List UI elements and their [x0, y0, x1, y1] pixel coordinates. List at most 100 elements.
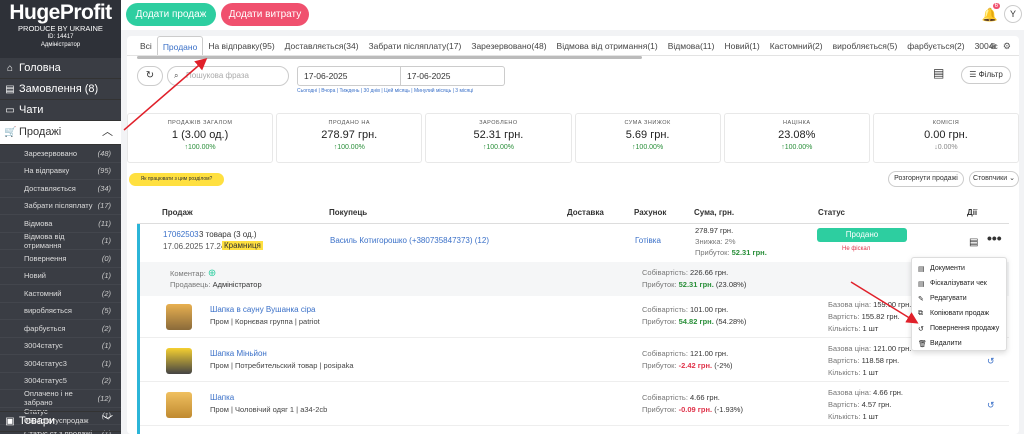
product-category: Пром | Корнєвая группа | patriot	[210, 317, 320, 326]
date-to-input[interactable]: 17-06-2025	[401, 66, 505, 86]
sidebar-subitem[interactable]: Забрати післяплату (17)	[0, 198, 121, 215]
search-input[interactable]: ⌕ Пошукова фраза	[167, 66, 289, 86]
product-name-link[interactable]: Шапка Міньйон	[210, 349, 267, 358]
menu-item-fiscalize[interactable]: ▤ Фіскалізувати чек	[912, 276, 1006, 291]
filter-button[interactable]: ☰ Фільтр	[961, 66, 1011, 84]
tab-9[interactable]: Кастомний(2)	[765, 36, 828, 55]
sidebar-subitem[interactable]: На відправку (95)	[0, 163, 121, 180]
product-category: Пром | Потребительский товар | posipaka	[210, 361, 354, 370]
tab-0[interactable]: Всі	[135, 36, 157, 55]
sidebar-item-orders[interactable]: ▤ Замовлення (8)	[0, 79, 121, 100]
sidebar-subitem[interactable]: Оплачено і не забрано (12)	[0, 389, 121, 408]
sidebar-item-home[interactable]: ⌂ Головна	[0, 58, 121, 79]
item-price: Вартість: 4.57 грн.	[828, 400, 892, 409]
delete-icon: 🗑	[918, 340, 927, 348]
sidebar-subitem[interactable]: 3004статус (1)	[0, 338, 121, 355]
item-price: Вартість: 118.58 грн.	[828, 356, 900, 365]
menu-item-delete[interactable]: 🗑 Видалити	[912, 336, 1006, 351]
tab-4[interactable]: Забрати післяплату(17)	[364, 36, 467, 55]
item-row: Шапка Пром | Чоловічий одяг 1 | a34-2cb …	[140, 384, 1009, 426]
product-name-link[interactable]: Шапка в сауну Вушанка сіра	[210, 305, 316, 314]
product-thumbnail[interactable]	[166, 348, 192, 374]
columns-button[interactable]: Стовпчики ⌄	[969, 171, 1019, 187]
sidebar-subitem[interactable]: 3004статус5 (2)	[0, 373, 121, 390]
user-avatar[interactable]: Y	[1004, 5, 1022, 23]
sidebar-subitem[interactable]: Зарезервовано (48)	[0, 145, 121, 163]
expand-sales-button[interactable]: Розгорнути продажі	[888, 171, 964, 187]
tab-7[interactable]: Відмова(11)	[663, 36, 720, 55]
add-sale-button[interactable]: Додати продаж	[126, 3, 216, 26]
tab-5[interactable]: Зарезервовано(48)	[466, 36, 551, 55]
refresh-button[interactable]: ↻	[137, 66, 163, 86]
tab-11[interactable]: фарбується(2)	[902, 36, 969, 55]
tab-10[interactable]: виробляється(5)	[828, 36, 903, 55]
more-actions-icon[interactable]: •••	[987, 230, 1002, 246]
tab-6[interactable]: Відмова від отримання(1)	[552, 36, 663, 55]
status-tabs: Всі Продано На відправку(95) Доставляється(…	[127, 36, 1019, 56]
bell-icon[interactable]: 🔔	[982, 7, 998, 23]
product-category: Пром | Чоловічий одяг 1 | a34-2cb	[210, 405, 328, 414]
tab-1[interactable]: Продано	[156, 36, 204, 55]
tab-3[interactable]: Доставляється(34)	[280, 36, 364, 55]
buyer-link[interactable]: Василь Котигорошко (+380735847373) (12)	[330, 236, 489, 245]
sidebar-item-sales[interactable]: 🛒 Продажі ︿	[0, 121, 121, 145]
order-details: Коментар: ⊕ Продавець: Адміністратор Соб…	[140, 262, 1009, 296]
tabs-scrollbar[interactable]	[137, 56, 642, 59]
stat-value: 23.08%	[778, 129, 816, 141]
sidebar-subitem[interactable]: Доставляється (34)	[0, 180, 121, 198]
logo[interactable]: HugeProfit PRODUCE BY UKRAINE ID: 14417 …	[0, 0, 121, 58]
menu-item-return[interactable]: ↺ Повернення продажу	[912, 321, 1006, 336]
stat-change: ↑100.00%	[333, 144, 365, 151]
payment-account-link[interactable]: Готівка	[635, 236, 661, 245]
order-row: 17062503 3 товара (3 од.) 17.06.2025 17.…	[137, 224, 1009, 434]
stat-change: ↓0.00%	[934, 144, 958, 151]
sidebar-subitem[interactable]: фарбується (2)	[0, 320, 121, 338]
comment-label: Коментар: ⊕	[170, 268, 217, 279]
box-icon: ▣	[5, 416, 15, 427]
account-role: Адміністратор	[40, 42, 81, 48]
tab-8[interactable]: Новий(1)	[719, 36, 764, 55]
export-document-icon[interactable]: ▤	[933, 66, 944, 80]
sidebar-item-goods[interactable]: ▣ Товари ﹀	[0, 411, 121, 432]
product-name-link[interactable]: Шапка	[210, 393, 234, 402]
return-item-icon[interactable]: ↺	[987, 356, 995, 367]
sidebar-subitem[interactable]: Новий (1)	[0, 268, 121, 285]
sidebar-subitem[interactable]: Повернення (0)	[0, 250, 121, 268]
menu-item-edit[interactable]: ✎ Редагувати	[912, 291, 1006, 306]
stat-value: 5.69 грн.	[625, 129, 670, 141]
sidebar-subitem[interactable]: Кастомний (2)	[0, 285, 121, 303]
order-profit: Прибуток: 52.31 грн.	[695, 248, 767, 257]
date-shortcuts[interactable]: Сьогодні | Вчора | Тиждень | 30 днів | Ц…	[297, 88, 473, 94]
product-thumbnail[interactable]	[166, 304, 192, 330]
sidebar-subitem[interactable]: 3004статус3 (1)	[0, 355, 121, 373]
stat-card: ПРОДАЖІВ ЗАГАЛОМ 1 (3.00 од.) ↑100.00%	[127, 113, 274, 163]
return-icon: ↺	[918, 325, 924, 333]
stat-label: СУМА ЗНИЖОК	[624, 120, 671, 126]
sidebar-subitem[interactable]: Відмова від отримання (1)	[0, 232, 121, 250]
stat-card: СУМА ЗНИЖОК 5.69 грн. ↑100.00%	[574, 113, 721, 163]
documents-icon: ▤	[918, 265, 925, 273]
document-icon[interactable]: ▤	[969, 237, 978, 248]
filter-icon: ☰	[969, 70, 979, 79]
menu-item-documents[interactable]: ▤ Документи	[912, 261, 1006, 276]
topbar: Додати продаж Додати витрату 🔔 6 Y	[121, 0, 1024, 30]
sidebar-subitem[interactable]: Відмова (11)	[0, 215, 121, 233]
product-thumbnail[interactable]	[166, 392, 192, 418]
tab-2[interactable]: На відправку(95)	[203, 36, 279, 55]
add-expense-button[interactable]: Додати витрату	[221, 3, 309, 26]
stat-value: 1 (3.00 од.)	[171, 129, 229, 141]
return-item-icon[interactable]: ↺	[987, 400, 995, 411]
order-id-link[interactable]: 17062503	[163, 230, 199, 239]
status-select[interactable]: Продано	[817, 228, 907, 242]
gear-icon[interactable]: ⚙	[1003, 41, 1011, 52]
add-tab-icon[interactable]: ⊕	[989, 41, 997, 52]
sidebar-subitem[interactable]: виробляється (5)	[0, 303, 121, 320]
sidebar-item-chats[interactable]: ▭ Чати	[0, 100, 121, 121]
stat-change: ↑100.00%	[781, 144, 813, 151]
help-button[interactable]: Як працювати з цим розділом?	[129, 173, 224, 186]
add-comment-icon[interactable]: ⊕	[208, 268, 216, 279]
menu-item-copy[interactable]: ⧉ Копіювати продаж	[912, 306, 1006, 321]
date-from-input[interactable]: 17-06-2025	[297, 66, 401, 86]
stat-card: ЗАРОБЛЕНО 52.31 грн. ↑100.00%	[425, 113, 572, 163]
item-row: Шапка Міньйон Пром | Потребительский тов…	[140, 340, 1009, 382]
